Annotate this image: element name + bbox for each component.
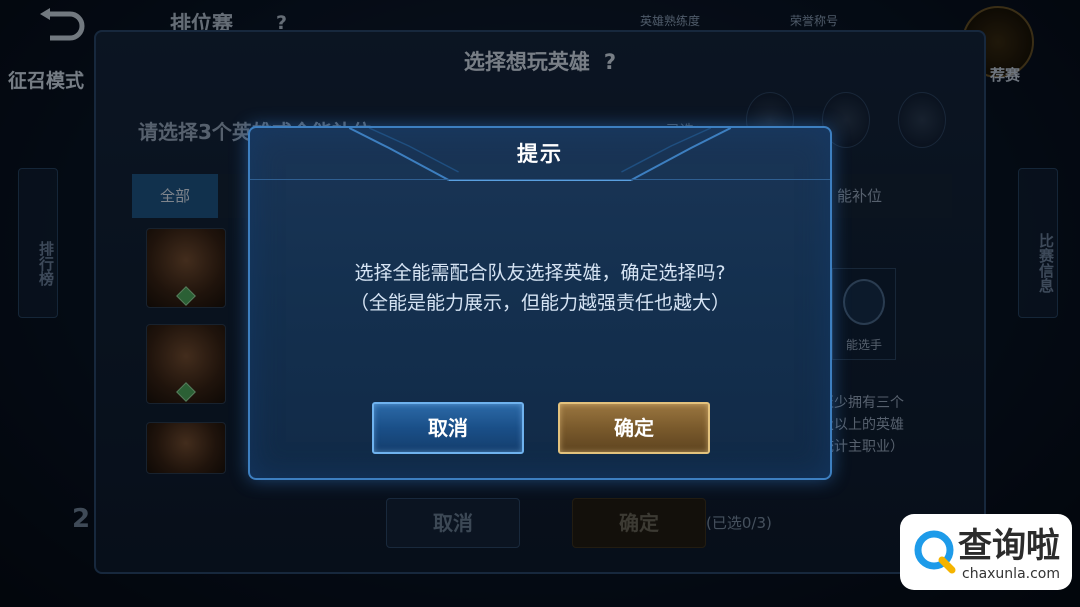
dialog-header: 提示 <box>250 128 830 180</box>
magnifier-logo-icon <box>914 530 956 574</box>
watermark-url: chaxunla.com <box>962 566 1060 582</box>
dialog-message-line1: 选择全能需配合队友选择英雄，确定选择吗? <box>354 262 726 284</box>
confirm-dialog: 提示 选择全能需配合队友选择英雄，确定选择吗? （全能是能力展示，但能力越强责任… <box>248 126 832 480</box>
dialog-confirm-button[interactable]: 确定 <box>558 402 710 454</box>
watermark-text: 查询啦 <box>958 526 1060 566</box>
dialog-message-line2: （全能是能力展示，但能力越强责任也越大） <box>349 292 730 314</box>
site-watermark: 查询啦 chaxunla.com <box>900 514 1072 590</box>
dialog-cancel-button[interactable]: 取消 <box>372 402 524 454</box>
dialog-title: 提示 <box>517 142 563 166</box>
